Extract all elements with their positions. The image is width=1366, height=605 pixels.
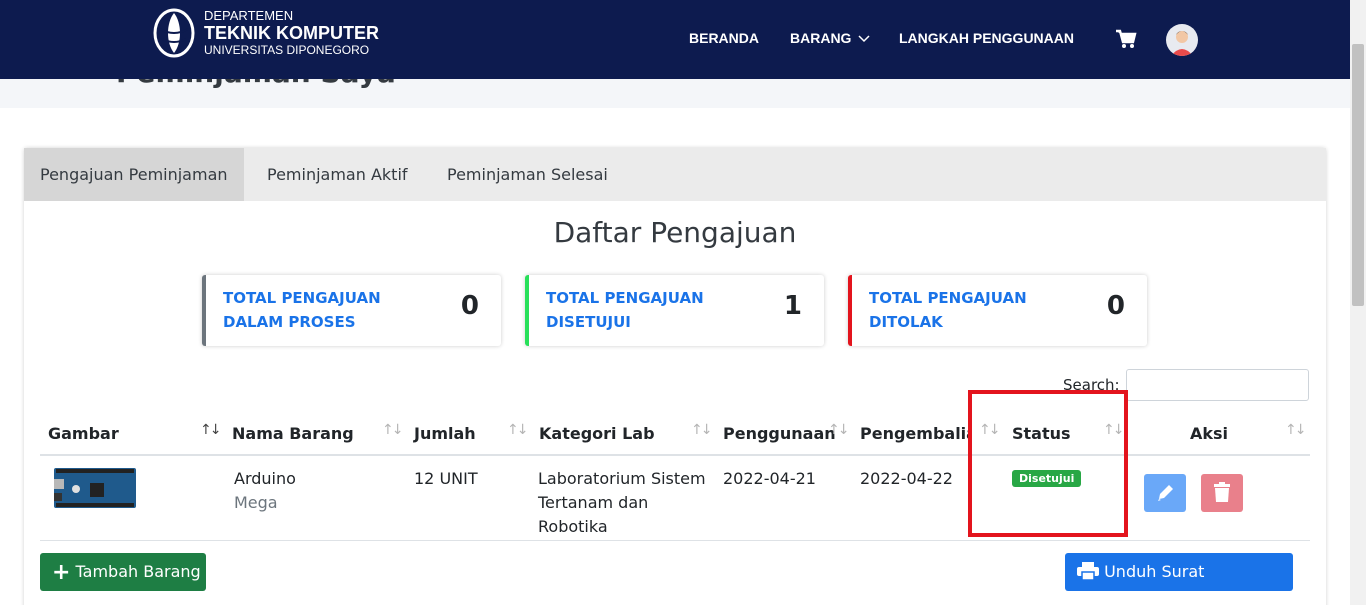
table-row-divider: [40, 540, 1310, 541]
sort-icon[interactable]: ↑↓: [691, 422, 713, 438]
tab-peminjaman-selesai[interactable]: Peminjaman Selesai: [431, 148, 624, 201]
arduino-mega-image: [54, 468, 136, 508]
trash-icon: [1214, 482, 1230, 502]
tab-peminjaman-aktif[interactable]: Peminjaman Aktif: [251, 148, 424, 201]
column-header-kategori-lab[interactable]: Kategori Lab: [539, 424, 655, 443]
brand-line-1: DEPARTEMEN: [204, 8, 294, 23]
add-item-button[interactable]: + Tambah Barang: [40, 553, 206, 591]
search-input[interactable]: [1126, 369, 1309, 401]
edit-button[interactable]: [1144, 474, 1186, 512]
list-title: Daftar Pengajuan: [553, 216, 797, 249]
sort-icon[interactable]: ↑↓: [382, 422, 404, 438]
info-label: TOTAL PENGAJUAN DALAM PROSES: [223, 289, 381, 331]
column-header-penggunaan[interactable]: Penggunaan: [723, 424, 836, 443]
item-name-line1: Arduino: [234, 469, 296, 488]
item-category-line3: Robotika: [538, 517, 608, 536]
top-navbar: DEPARTEMEN TEKNIK KOMPUTER UNIVERSITAS D…: [0, 0, 1350, 79]
info-label: TOTAL PENGAJUAN DISETUJUI: [546, 289, 704, 331]
status-highlight-box: [968, 390, 1128, 537]
pencil-icon: [1158, 485, 1173, 501]
user-avatar-icon[interactable]: [1166, 24, 1198, 56]
add-item-label: Tambah Barang: [75, 562, 201, 581]
info-value: 1: [783, 291, 802, 321]
column-header-gambar[interactable]: Gambar: [48, 424, 119, 443]
item-category-line2: Tertanam dan: [538, 493, 649, 512]
item-name-line2: Mega: [234, 493, 278, 512]
column-header-pengembalian[interactable]: Pengembalian: [860, 424, 970, 443]
brand-line-2: TEKNIK KOMPUTER: [204, 23, 379, 43]
info-box-rejected: TOTAL PENGAJUAN DITOLAK 0: [848, 275, 1147, 346]
sort-icon[interactable]: ↑↓: [200, 422, 222, 438]
scrollbar-thumb[interactable]: [1352, 44, 1364, 306]
download-letter-button[interactable]: Unduh Surat Pengajuan: [1065, 553, 1293, 605]
plus-icon: +: [52, 560, 71, 585]
item-return-date: 2022-04-22: [860, 469, 953, 488]
nav-langkah-penggunaan[interactable]: LANGKAH PENGGUNAAN: [899, 30, 1074, 46]
delete-button[interactable]: [1201, 474, 1243, 512]
info-box-approved: TOTAL PENGAJUAN DISETUJUI 1: [525, 275, 824, 346]
chevron-down-icon: [858, 35, 870, 43]
item-usage-date: 2022-04-21: [723, 469, 816, 488]
university-logo-icon[interactable]: [152, 7, 196, 59]
info-label: TOTAL PENGAJUAN DITOLAK: [869, 289, 1027, 331]
column-header-jumlah[interactable]: Jumlah: [414, 424, 476, 443]
sort-icon[interactable]: ↑↓: [1285, 422, 1307, 438]
sort-icon[interactable]: ↑↓: [828, 422, 850, 438]
brand-text[interactable]: DEPARTEMEN TEKNIK KOMPUTER UNIVERSITAS D…: [204, 8, 379, 57]
column-header-nama-barang[interactable]: Nama Barang: [232, 424, 354, 443]
printer-icon: [1077, 562, 1099, 581]
column-header-aksi[interactable]: Aksi: [1190, 424, 1228, 443]
item-quantity: 12 UNIT: [414, 469, 478, 488]
shopping-cart-icon[interactable]: [1115, 29, 1137, 49]
nav-beranda[interactable]: BERANDA: [689, 30, 759, 46]
info-value: 0: [460, 291, 479, 321]
nav-barang[interactable]: BARANG: [790, 30, 870, 46]
loan-card: Pengajuan Peminjaman Peminjaman Aktif Pe…: [24, 148, 1326, 605]
item-category-line1: Laboratorium Sistem: [538, 469, 706, 488]
sort-icon[interactable]: ↑↓: [507, 422, 529, 438]
info-value: 0: [1106, 291, 1125, 321]
tab-pengajuan-peminjaman[interactable]: Pengajuan Peminjaman: [24, 148, 244, 201]
info-box-in-process: TOTAL PENGAJUAN DALAM PROSES 0: [202, 275, 501, 346]
tab-bar: Pengajuan Peminjaman Peminjaman Aktif Pe…: [24, 148, 1326, 201]
brand-line-3: UNIVERSITAS DIPONEGORO: [204, 43, 370, 57]
nav-barang-label: BARANG: [790, 30, 852, 46]
